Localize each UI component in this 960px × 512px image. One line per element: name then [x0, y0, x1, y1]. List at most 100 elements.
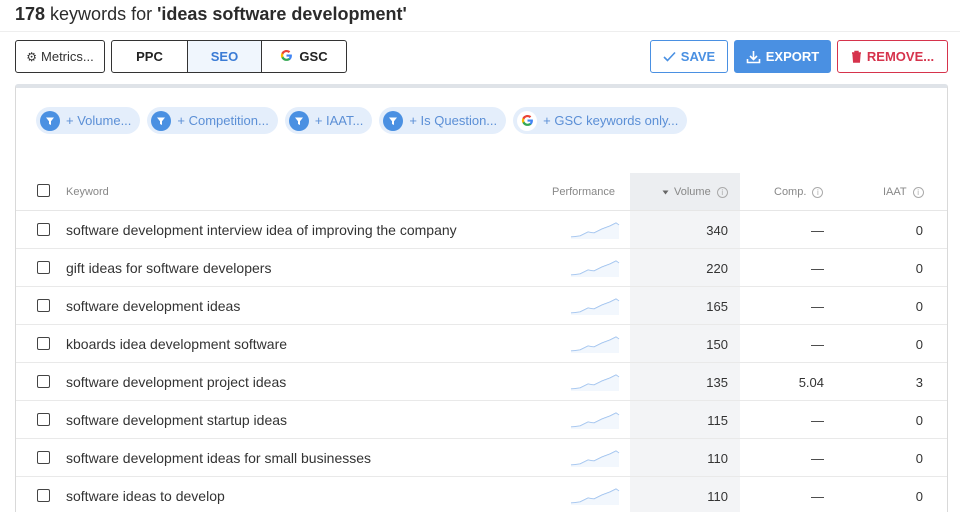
volume-cell: 110 — [707, 451, 728, 466]
comp-cell: — — [811, 489, 824, 504]
performance-sparkline — [570, 372, 620, 397]
filter-chip-competition[interactable]: + Competition... — [147, 107, 278, 134]
table-row[interactable]: gift ideas for software developers 220 — 0 — [16, 249, 947, 287]
keyword-cell[interactable]: gift ideas for software developers — [66, 260, 271, 276]
volume-cell: 115 — [707, 413, 728, 428]
keyword-cell[interactable]: software development interview idea of i… — [66, 222, 457, 238]
iaat-header-label: IAAT — [883, 186, 907, 198]
header-divider — [0, 31, 960, 32]
info-icon[interactable]: i — [716, 186, 728, 198]
check-icon — [663, 51, 676, 62]
table-row[interactable]: software development startup ideas 115 — 0 — [16, 401, 947, 439]
title-text: keywords for — [45, 4, 158, 24]
comp-cell: — — [811, 451, 824, 466]
mode-tabs: PPC SEO GSC — [111, 40, 347, 73]
performance-sparkline — [570, 334, 620, 359]
remove-label: REMOVE... — [866, 49, 935, 64]
comp-header-label: Comp. — [774, 186, 807, 198]
row-checkbox[interactable] — [37, 375, 50, 388]
keyword-header-label: Keyword — [66, 186, 109, 198]
iaat-cell: 0 — [915, 223, 923, 238]
row-checkbox[interactable] — [37, 413, 50, 426]
filter-chip-gsc-only[interactable]: + GSC keywords only... — [513, 107, 688, 134]
tab-seo[interactable]: SEO — [188, 41, 262, 72]
save-button[interactable]: SAVE — [650, 40, 728, 73]
comp-cell: — — [811, 299, 824, 314]
volume-cell: 220 — [706, 261, 728, 276]
select-all-checkbox[interactable] — [37, 184, 50, 197]
row-checkbox[interactable] — [37, 223, 50, 236]
download-icon — [746, 50, 761, 64]
filter-chip-label: + Volume... — [66, 113, 132, 128]
iaat-cell: 3 — [915, 375, 923, 390]
metrics-label: Metrics... — [41, 49, 94, 64]
column-header-performance[interactable]: Performance — [552, 186, 615, 198]
keyword-cell[interactable]: software ideas to develop — [66, 488, 225, 504]
iaat-cell: 0 — [915, 261, 923, 276]
comp-cell: — — [811, 261, 824, 276]
performance-sparkline — [570, 486, 620, 511]
table-row[interactable]: software ideas to develop 110 — 0 — [16, 477, 947, 512]
row-checkbox[interactable] — [37, 337, 50, 350]
tab-gsc[interactable]: GSC — [262, 41, 346, 72]
comp-cell: — — [811, 223, 824, 238]
filter-chip-iaat[interactable]: + IAAT... — [284, 107, 373, 134]
performance-sparkline — [570, 220, 620, 245]
keyword-cell[interactable]: software development startup ideas — [66, 412, 287, 428]
google-icon — [517, 110, 538, 131]
performance-sparkline — [570, 258, 620, 283]
keyword-cell[interactable]: software development ideas — [66, 298, 240, 314]
filter-chip-volume[interactable]: + Volume... — [36, 107, 141, 134]
row-checkbox[interactable] — [37, 451, 50, 464]
keyword-cell[interactable]: software development project ideas — [66, 374, 286, 390]
info-icon[interactable]: i — [912, 186, 924, 198]
google-icon — [280, 49, 293, 65]
remove-button[interactable]: REMOVE... — [837, 40, 948, 73]
filter-chip-label: + GSC keywords only... — [543, 113, 679, 128]
save-label: SAVE — [680, 49, 716, 64]
table-header: Keyword Performance Volume i Comp. i IAA… — [16, 173, 947, 211]
metrics-button[interactable]: ⚙ Metrics... — [15, 40, 105, 73]
filter-chip-label: + IAAT... — [314, 113, 364, 128]
table-row[interactable]: software development interview idea of i… — [16, 211, 947, 249]
table-row[interactable]: software development ideas for small bus… — [16, 439, 947, 477]
filter-icon — [151, 110, 172, 131]
row-checkbox[interactable] — [37, 261, 50, 274]
keyword-cell[interactable]: software development ideas for small bus… — [66, 450, 371, 466]
sort-desc-icon — [662, 186, 669, 198]
table-row[interactable]: kboards idea development software 150 — 0 — [16, 325, 947, 363]
table-row[interactable]: software development project ideas 135 5.0… — [16, 363, 947, 401]
export-button[interactable]: EXPORT — [734, 40, 831, 73]
iaat-cell: 0 — [915, 413, 923, 428]
volume-cell: 340 — [706, 223, 728, 238]
volume-cell: 110 — [707, 489, 728, 504]
performance-header-label: Performance — [552, 186, 615, 198]
filter-bar: + Volume... + Competition... + IAAT... +… — [36, 107, 688, 134]
row-checkbox[interactable] — [37, 299, 50, 312]
volume-header-label: Volume — [674, 186, 711, 198]
keyword-cell[interactable]: kboards idea development software — [66, 336, 287, 352]
filter-chip-is-question[interactable]: + Is Question... — [379, 107, 507, 134]
info-icon[interactable]: i — [812, 186, 824, 198]
iaat-cell: 0 — [915, 337, 923, 352]
row-checkbox[interactable] — [37, 489, 50, 502]
tab-ppc[interactable]: PPC — [112, 41, 188, 72]
filter-chip-label: + Is Question... — [409, 113, 498, 128]
export-label: EXPORT — [765, 49, 820, 64]
table-row[interactable]: software development ideas 165 — 0 — [16, 287, 947, 325]
filter-icon — [288, 110, 309, 131]
column-header-iaat[interactable]: IAAT i — [883, 186, 924, 198]
keyword-count: 178 — [15, 4, 46, 24]
tab-gsc-label: GSC — [299, 49, 328, 64]
volume-cell: 150 — [706, 337, 728, 352]
comp-cell: — — [811, 413, 824, 428]
filter-icon — [383, 110, 404, 131]
iaat-cell: 0 — [915, 489, 923, 504]
column-header-comp[interactable]: Comp. i — [774, 186, 824, 198]
volume-cell: 165 — [706, 299, 728, 314]
filter-chip-label: + Competition... — [177, 113, 269, 128]
column-header-volume[interactable]: Volume i — [662, 186, 728, 198]
column-header-keyword[interactable]: Keyword — [66, 186, 109, 198]
gear-icon: ⚙ — [26, 49, 38, 64]
trash-icon — [851, 50, 862, 63]
